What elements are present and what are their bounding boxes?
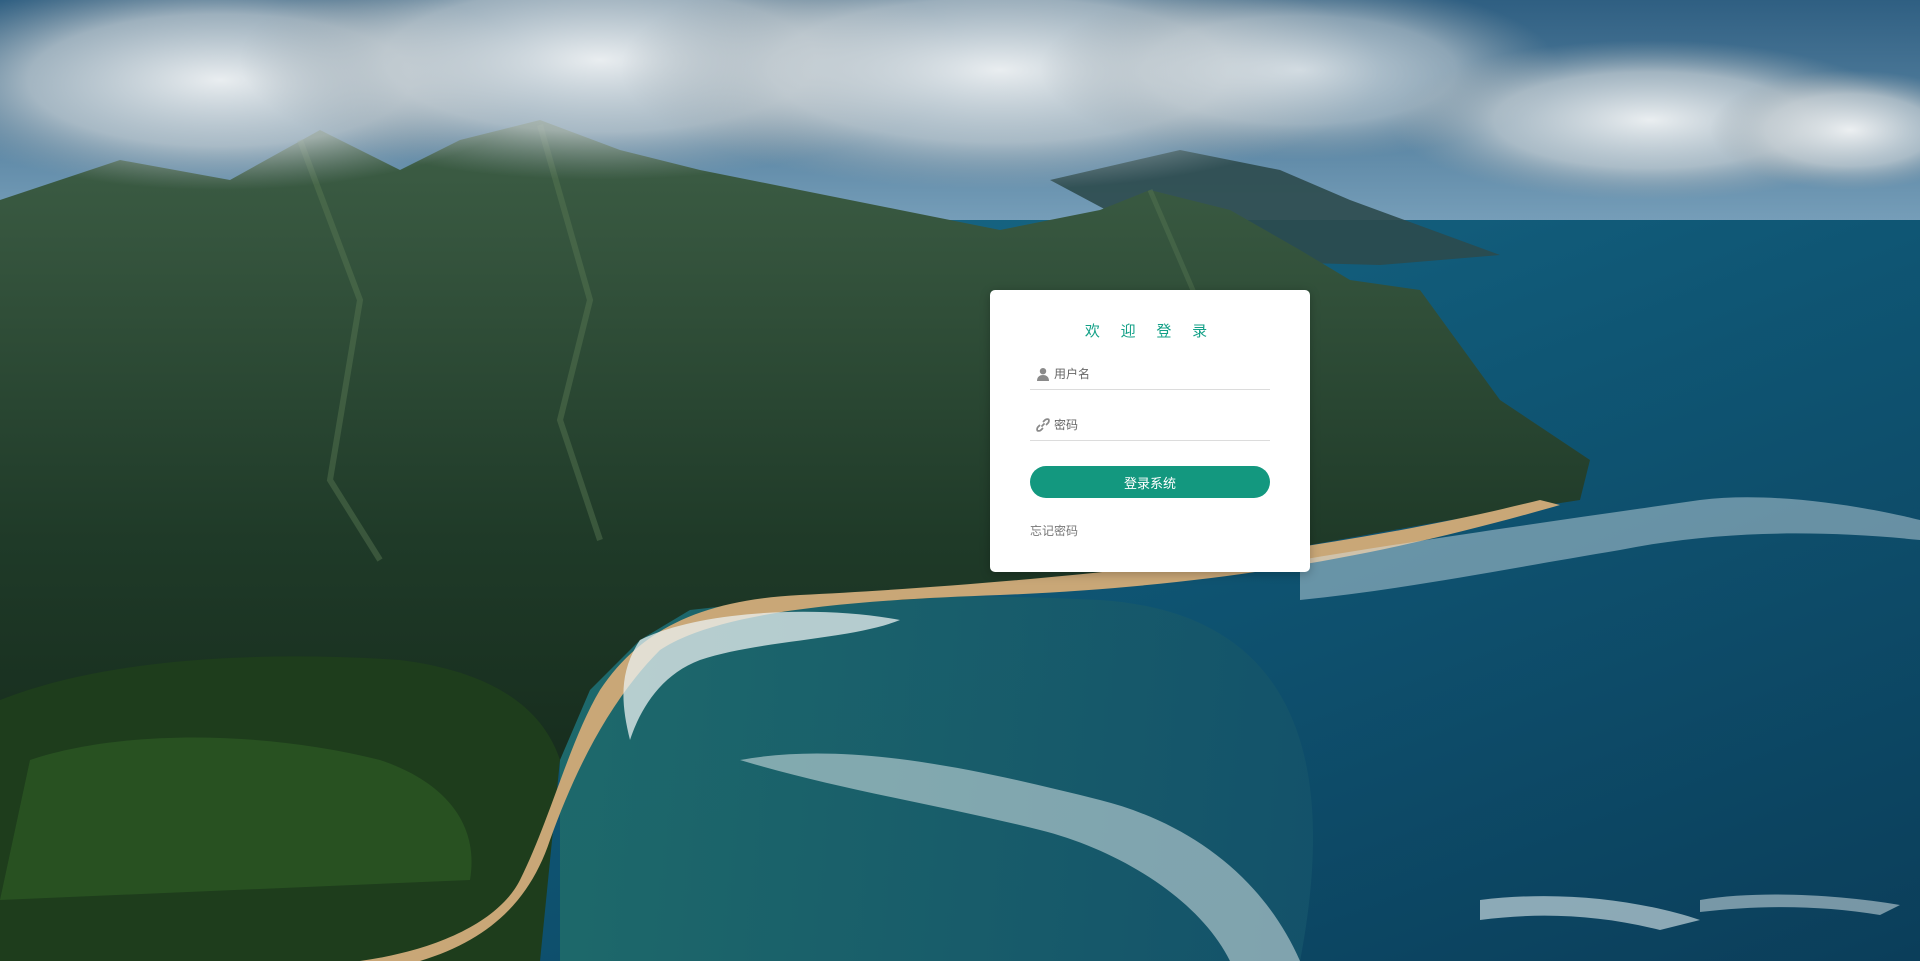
login-page: 欢 迎 登 录 登录系统 忘记密码 xyxy=(0,0,1920,961)
link-icon xyxy=(1035,417,1051,433)
login-button[interactable]: 登录系统 xyxy=(1030,466,1270,498)
forgot-password-link[interactable]: 忘记密码 xyxy=(1030,522,1078,539)
background-landscape-image xyxy=(0,0,1920,961)
username-input[interactable] xyxy=(1054,360,1270,388)
password-field xyxy=(1030,410,1270,441)
user-icon xyxy=(1035,366,1051,382)
username-field xyxy=(1030,359,1270,390)
login-card: 欢 迎 登 录 登录系统 忘记密码 xyxy=(990,290,1310,572)
login-title: 欢 迎 登 录 xyxy=(1084,322,1216,340)
password-input[interactable] xyxy=(1054,411,1270,439)
